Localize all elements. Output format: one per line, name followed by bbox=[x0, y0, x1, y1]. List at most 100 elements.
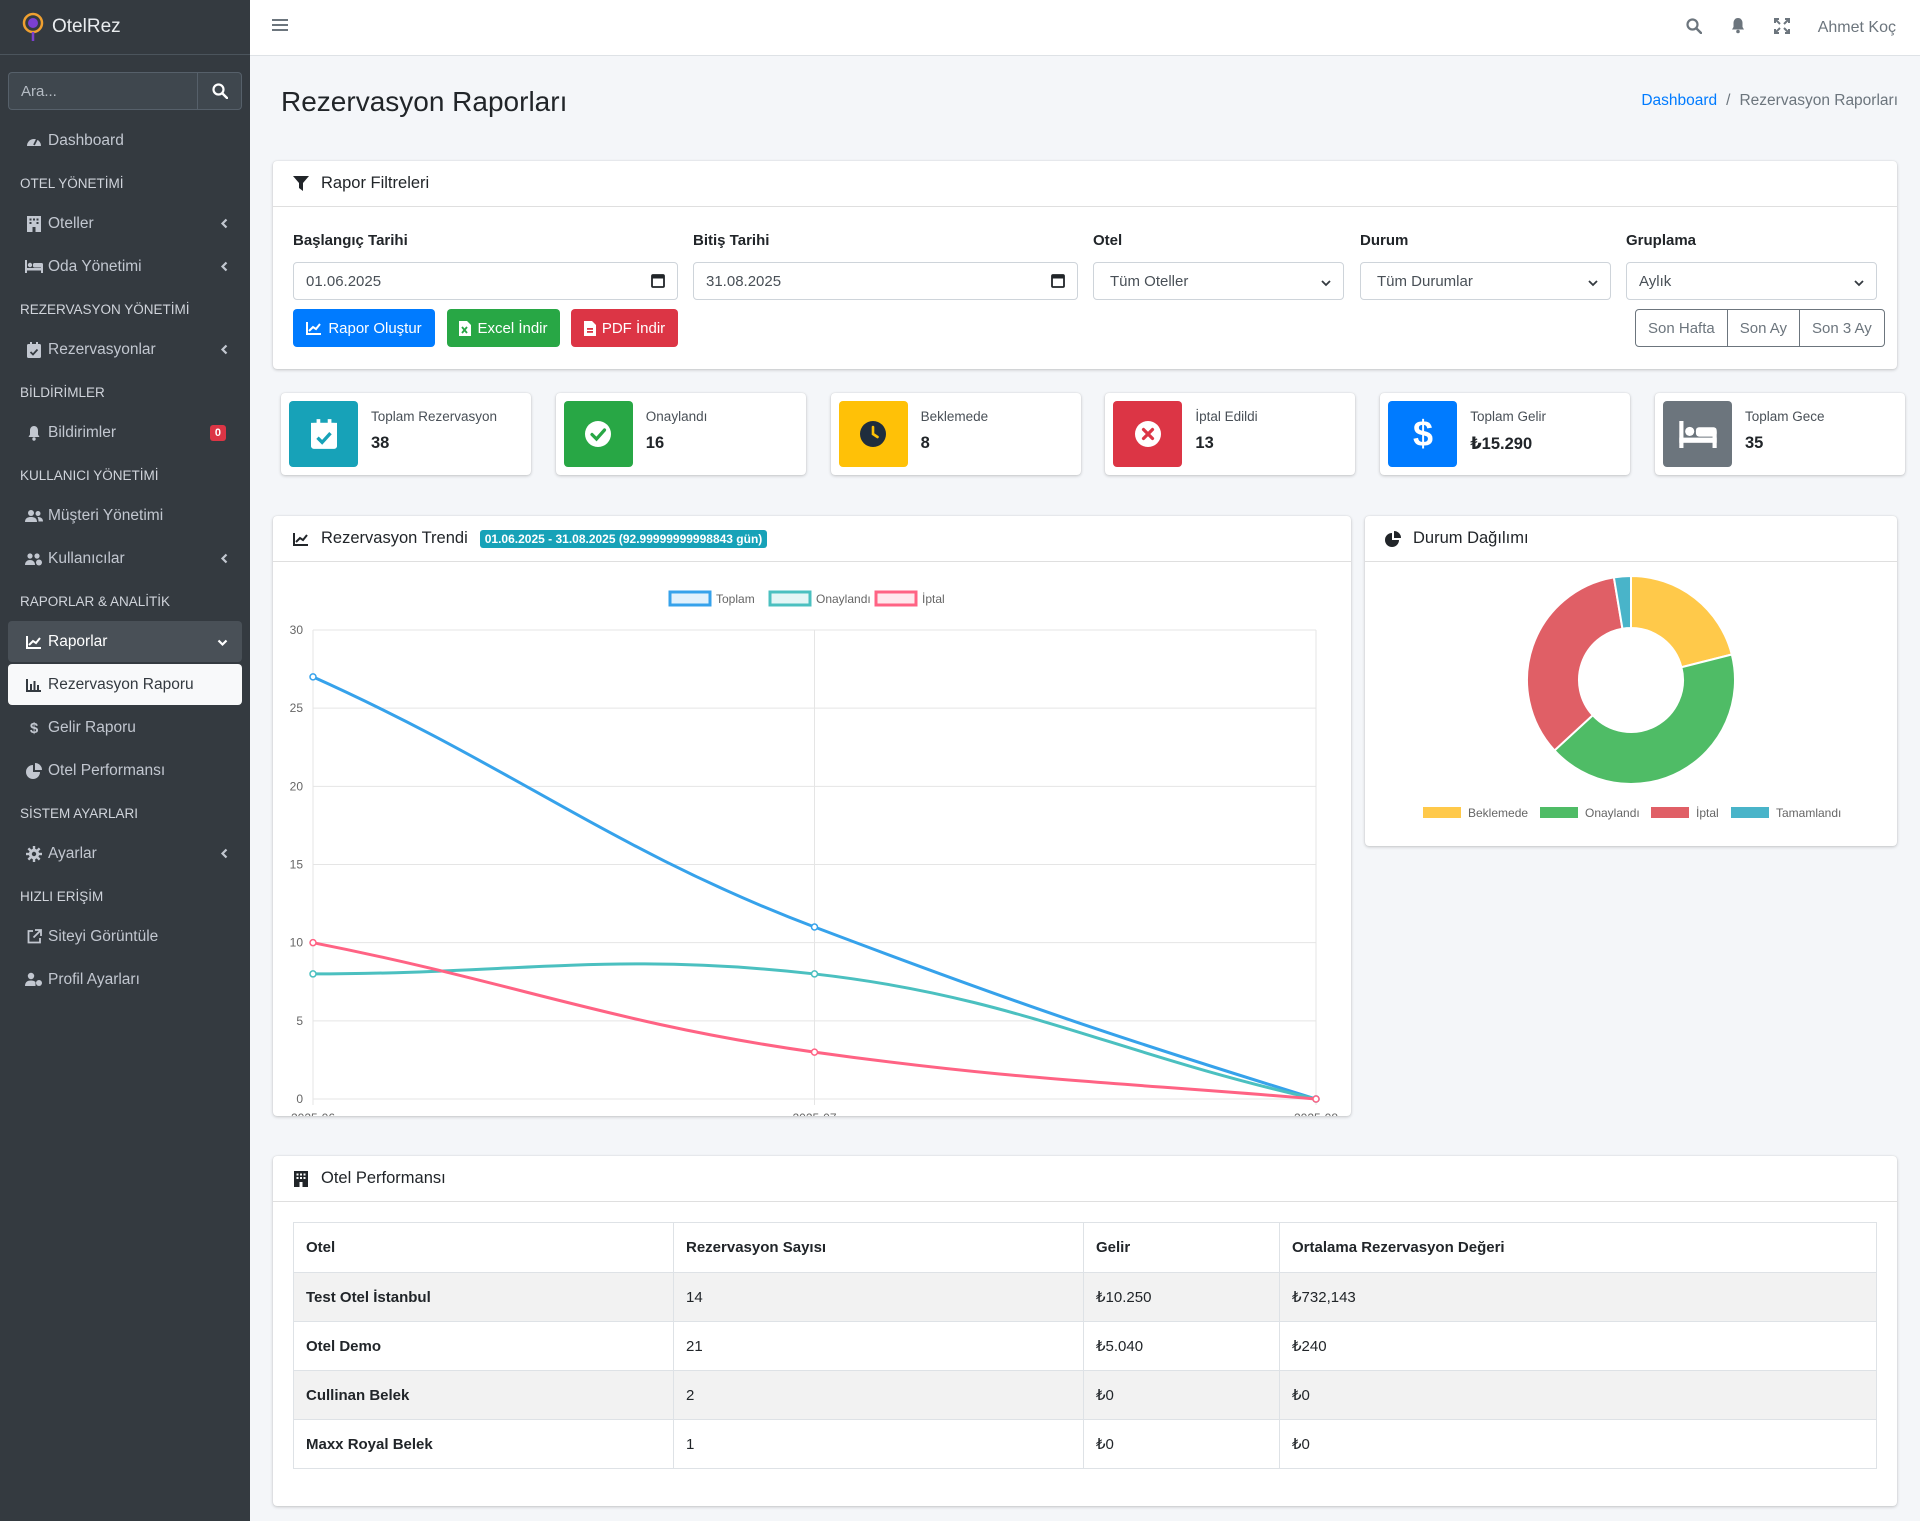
grouping-label: Gruplama bbox=[1626, 232, 1697, 249]
start-date-input[interactable]: 01.06.2025 bbox=[293, 262, 678, 300]
legend-label: Onaylandı bbox=[816, 592, 871, 606]
user-name[interactable]: Ahmet Koç bbox=[1818, 19, 1896, 37]
revenue-cell: ₺5.040 bbox=[1083, 1321, 1280, 1371]
info-box-value: 38 bbox=[371, 434, 390, 452]
info-box-value: 16 bbox=[645, 434, 665, 452]
y-tick-label: 5 bbox=[296, 1014, 303, 1028]
data-point bbox=[810, 970, 819, 978]
hotel-select[interactable]: Tüm Oteller bbox=[1093, 262, 1344, 300]
search-icon[interactable] bbox=[1686, 17, 1702, 39]
data-point bbox=[309, 970, 317, 978]
chart-bar-icon bbox=[24, 678, 44, 692]
reservation-count-cell: 2 bbox=[673, 1370, 1084, 1420]
last-3-months-button[interactable]: Son 3 Ay bbox=[1800, 310, 1884, 346]
sidebar-item-label: Gelir Raporu bbox=[48, 718, 136, 736]
info-box-label: Toplam Gece bbox=[1745, 409, 1825, 424]
generate-report-label: Rapor Oluştur bbox=[328, 319, 422, 337]
column-header[interactable]: Gelir bbox=[1083, 1222, 1280, 1273]
fullscreen-icon[interactable] bbox=[1773, 17, 1790, 39]
info-box-value: ₺15.290 bbox=[1470, 435, 1533, 453]
info-box: Onaylandı 16 bbox=[555, 393, 806, 475]
sidebar-item-gelir-raporu[interactable]: $ Gelir Raporu bbox=[8, 707, 242, 748]
info-box-value: 8 bbox=[920, 434, 930, 452]
sidebar-item-raporlar[interactable]: Raporlar bbox=[8, 621, 242, 662]
chevron-left-icon bbox=[220, 551, 228, 567]
breadcrumb-home-link[interactable]: Dashboard bbox=[1641, 92, 1717, 109]
y-tick-label: 15 bbox=[290, 858, 304, 872]
dollar-icon: $ bbox=[24, 720, 44, 736]
pdf-download-button[interactable]: PDF İndir bbox=[571, 309, 678, 347]
building-icon bbox=[293, 1170, 309, 1187]
excel-download-button[interactable]: Excel İndir bbox=[447, 309, 560, 347]
hotel-name-cell: Cullinan Belek bbox=[293, 1370, 674, 1420]
last-month-button[interactable]: Son Ay bbox=[1728, 310, 1800, 346]
filters-card-header: Rapor Filtreleri bbox=[273, 161, 1897, 207]
sidebar-item-rezervasyonlar[interactable]: Rezervasyonlar bbox=[8, 329, 242, 370]
excel-download-label: Excel İndir bbox=[477, 319, 548, 337]
sidebar-item-oda-yonetimi[interactable]: Oda Yönetimi bbox=[8, 246, 242, 287]
top-navbar: Ahmet Koç bbox=[250, 0, 1920, 56]
sidebar-item-kullanicilar[interactable]: Kullanıcılar bbox=[8, 538, 242, 579]
y-tick-label: 20 bbox=[290, 779, 304, 793]
dollar-icon: $ bbox=[1388, 401, 1458, 467]
end-date-input[interactable]: 31.08.2025 bbox=[693, 262, 1078, 300]
sidebar-item-rezervasyon-raporu[interactable]: Rezervasyon Raporu bbox=[8, 664, 242, 705]
status-select[interactable]: Tüm Durumlar bbox=[1360, 262, 1611, 300]
sidebar-item-otel-performansi[interactable]: Otel Performansı bbox=[8, 750, 242, 791]
last-week-button[interactable]: Son Hafta bbox=[1636, 310, 1728, 346]
reservation-count-cell: 1 bbox=[673, 1419, 1084, 1469]
x-tick-label: 2025-06 bbox=[291, 1111, 335, 1116]
data-point bbox=[309, 938, 317, 947]
legend-swatch bbox=[1540, 807, 1578, 818]
x-tick-label: 2025-07 bbox=[792, 1111, 836, 1116]
hotel-select-value: Tüm Oteller bbox=[1110, 272, 1189, 290]
sidebar-item-oteller[interactable]: Oteller bbox=[8, 203, 242, 244]
sidebar-item-dashboard[interactable]: Dashboard bbox=[8, 120, 242, 161]
menu-toggle-icon[interactable] bbox=[272, 18, 288, 37]
generate-report-button[interactable]: Rapor Oluştur bbox=[293, 309, 435, 347]
file-excel-icon bbox=[459, 320, 472, 336]
trend-line-chart: 0 5 10 15 20 25 30 2025-06 2025-07 2025-08 Toplam O… bbox=[290, 590, 1338, 1116]
sidebar-item-siteyi-goruntule[interactable]: Siteyi Görüntüle bbox=[8, 916, 242, 957]
info-box-label: İptal Edildi bbox=[1195, 409, 1258, 424]
sidebar-item-bildirimler[interactable]: Bildirimler 0 bbox=[8, 412, 242, 453]
column-header[interactable]: Otel bbox=[293, 1222, 674, 1273]
clock-icon bbox=[838, 401, 908, 467]
breadcrumb: Dashboard / Rezervasyon Raporları bbox=[1641, 92, 1898, 110]
sidebar-item-ayarlar[interactable]: Ayarlar bbox=[8, 833, 242, 874]
table-row: Maxx Royal Belek 1 ₺0 ₺0 bbox=[293, 1419, 1877, 1469]
check-circle-icon bbox=[563, 401, 633, 467]
brand[interactable]: OtelRez bbox=[0, 0, 250, 55]
legend-swatch bbox=[1731, 807, 1769, 818]
calendar-icon[interactable] bbox=[651, 273, 665, 292]
calendar-icon[interactable] bbox=[1051, 273, 1065, 292]
legend-label: Onaylandı bbox=[1585, 806, 1640, 820]
info-box: $ Toplam Gelir ₺15.290 bbox=[1380, 393, 1631, 475]
column-header[interactable]: Ortalama Rezervasyon Değeri bbox=[1279, 1222, 1877, 1273]
nav-header: REZERVASYON YÖNETİMİ bbox=[20, 301, 190, 317]
bell-icon[interactable] bbox=[1730, 17, 1746, 39]
sidebar-item-profil-ayarlari[interactable]: Profil Ayarları bbox=[8, 959, 242, 1000]
column-header[interactable]: Rezervasyon Sayısı bbox=[673, 1222, 1084, 1273]
table-row: Test Otel İstanbul 14 ₺10.250 ₺732,143 bbox=[293, 1272, 1877, 1322]
search-icon bbox=[211, 83, 228, 99]
avg-value-cell: ₺0 bbox=[1279, 1419, 1877, 1469]
filters-title: Rapor Filtreleri bbox=[321, 174, 430, 192]
hotel-performance-card: Otel Performansı Otel Rezervasyon Sayısı… bbox=[273, 1156, 1897, 1506]
avg-value-cell: ₺240 bbox=[1279, 1321, 1877, 1371]
sidebar-search-input[interactable] bbox=[8, 72, 197, 110]
hotel-performance-title: Otel Performansı bbox=[321, 1169, 446, 1187]
hotel-name-cell: Maxx Royal Belek bbox=[293, 1419, 674, 1469]
data-point bbox=[810, 923, 819, 931]
sidebar-item-label: Rezervasyonlar bbox=[48, 340, 156, 358]
sidebar-item-musteri-yonetimi[interactable]: Müşteri Yönetimi bbox=[8, 495, 242, 536]
reservation-count-cell: 14 bbox=[673, 1272, 1084, 1322]
nav-header: OTEL YÖNETİMİ bbox=[20, 175, 124, 191]
table-body: Test Otel İstanbul 14 ₺10.250 ₺732,143 Otel … bbox=[293, 1272, 1877, 1469]
grouping-select[interactable]: Aylık bbox=[1626, 262, 1877, 300]
sidebar-search bbox=[8, 72, 242, 110]
sidebar-nav: Dashboard OTEL YÖNETİMİ Oteller Oda Yönetim… bbox=[0, 120, 250, 1000]
sidebar-search-button[interactable] bbox=[197, 72, 242, 110]
sidebar-item-label: Raporlar bbox=[48, 632, 108, 650]
info-box-value: 13 bbox=[1195, 434, 1214, 452]
